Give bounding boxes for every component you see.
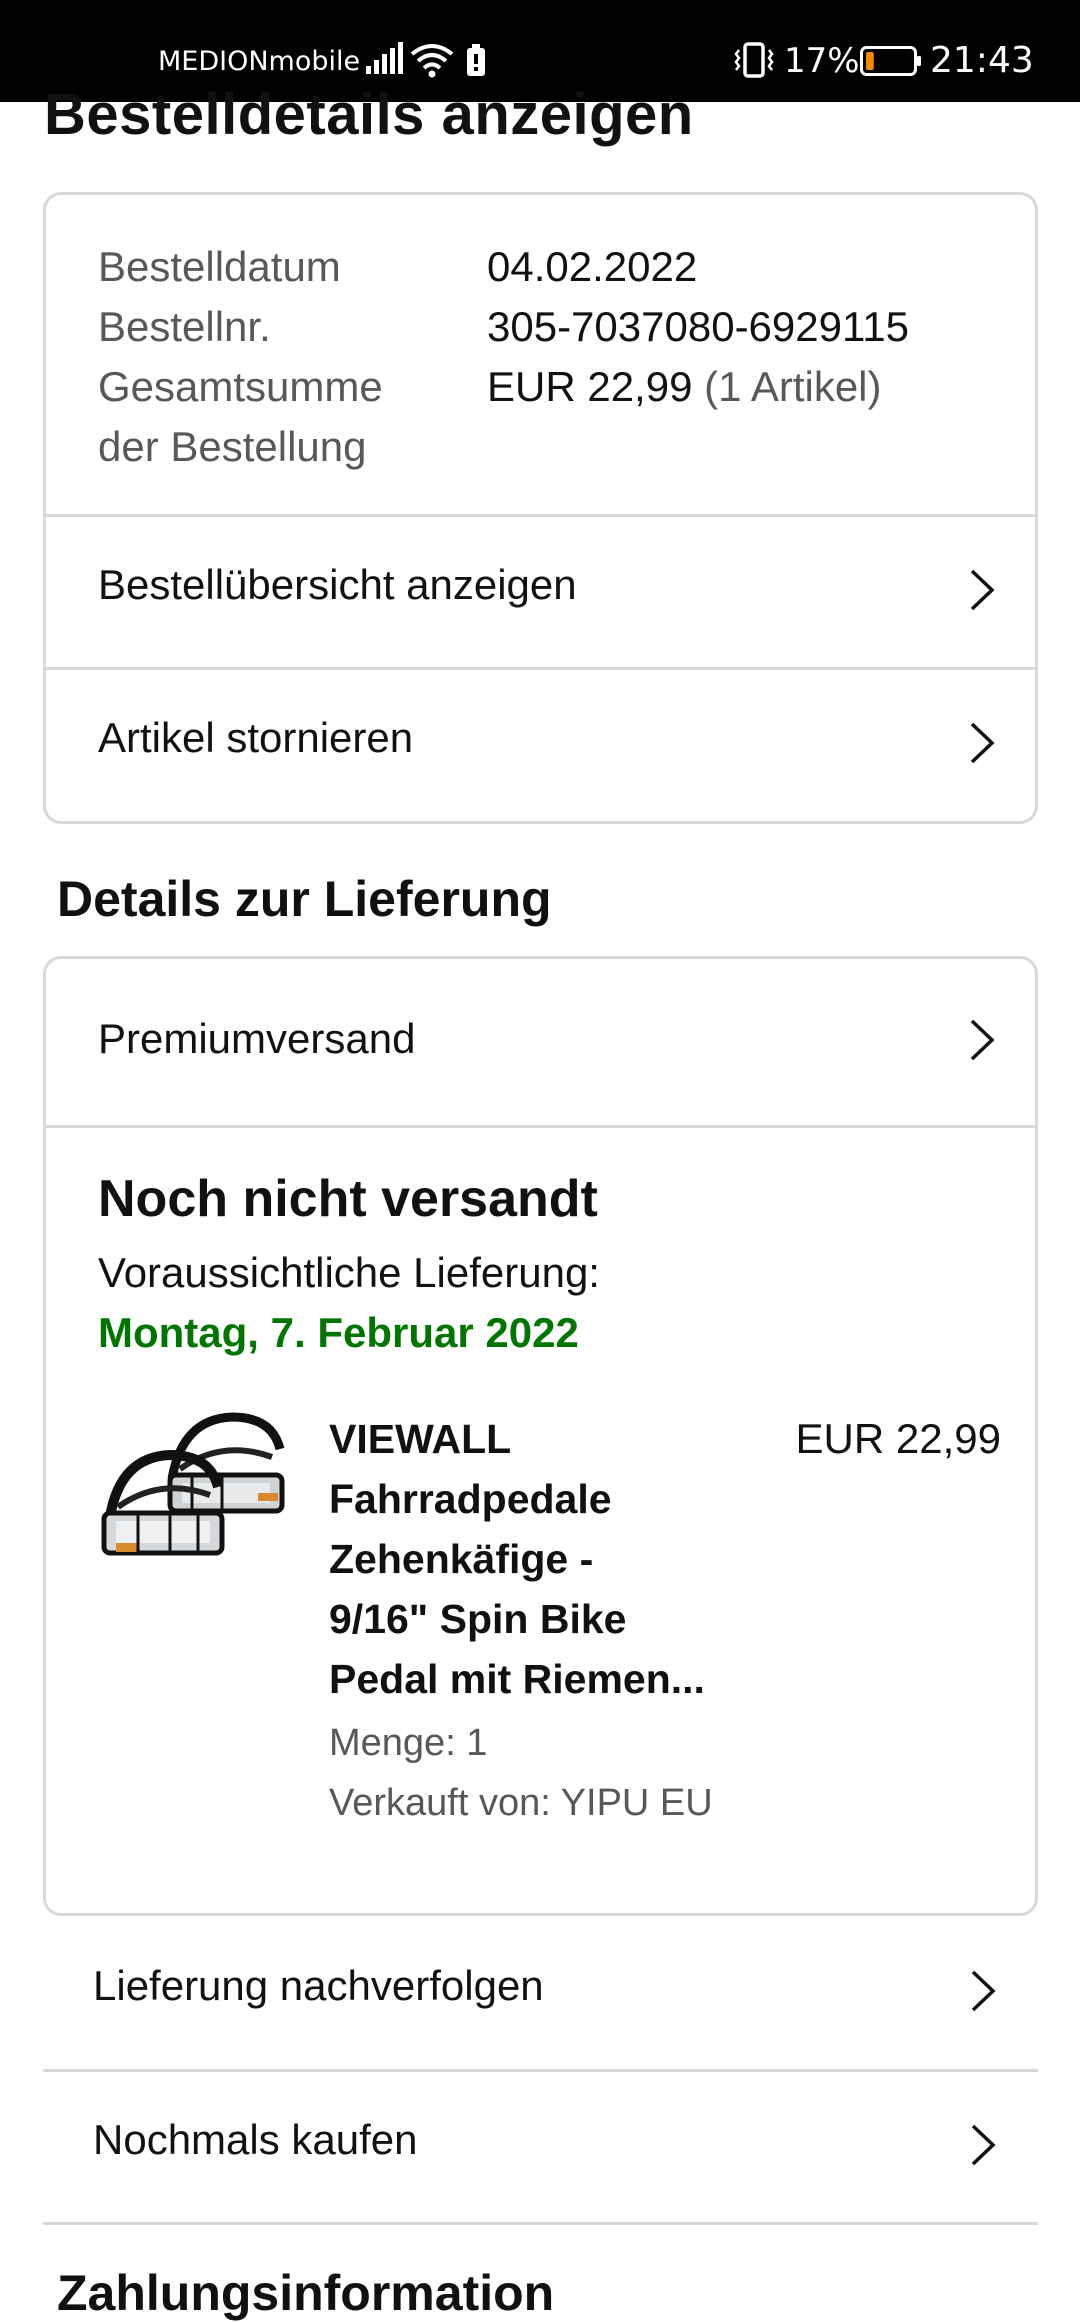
product-title-line: Fahrradpedale (329, 1476, 612, 1522)
delivery-card: Premiumversand Noch nicht versandt Vorau… (43, 956, 1038, 1916)
track-delivery-link[interactable]: Lieferung nachverfolgen (43, 1918, 1038, 2068)
chevron-right-icon (970, 1019, 995, 1061)
order-total-label-line2: der Bestellung (98, 423, 367, 470)
cancel-items-link[interactable]: Artikel stornieren (46, 670, 1035, 820)
carrier-name: MEDIONmobile (158, 46, 361, 77)
divider (43, 2222, 1038, 2225)
product-title-line: Pedal mit Riemen... (329, 1656, 705, 1702)
chevron-right-icon (970, 722, 995, 764)
divider (46, 1125, 1035, 1128)
order-total-item-count: (1 Artikel) (704, 363, 882, 410)
wifi-icon (410, 44, 454, 78)
product-price: EUR 22,99 (795, 1415, 1001, 1462)
buy-again-link[interactable]: Nochmals kaufen (43, 2072, 1038, 2222)
order-total-amount: EUR 22,99 (487, 363, 693, 410)
battery-saver-icon (467, 44, 485, 76)
signal-icon (366, 42, 403, 74)
page-title: Bestelldetails anzeigen (44, 82, 694, 147)
battery-percent: 17% (784, 41, 860, 81)
product-quantity: Menge: 1 (329, 1722, 488, 1764)
buy-again-label: Nochmals kaufen (93, 2116, 418, 2163)
product-title-line: VIEWALL (329, 1416, 512, 1462)
chevron-right-icon (971, 2124, 996, 2166)
order-number-label: Bestellnr. (98, 303, 271, 350)
delivery-section-title: Details zur Lieferung (57, 871, 552, 927)
estimated-delivery-label: Voraussichtliche Lieferung: (98, 1249, 600, 1296)
estimated-delivery-date: Montag, 7. Februar 2022 (98, 1309, 579, 1356)
view-order-summary-label: Bestellübersicht anzeigen (98, 561, 577, 608)
battery-icon (860, 46, 921, 76)
order-number-value: 305-7037080-6929115 (487, 303, 909, 350)
product-title-line: Zehenkäfige - (329, 1536, 594, 1582)
product-seller: Verkauft von: YIPU EU (329, 1782, 713, 1824)
shipping-method-label: Premiumversand (98, 1015, 416, 1062)
order-total-label-line1: Gesamtsumme (98, 363, 383, 410)
product-image[interactable] (92, 1399, 288, 1575)
track-delivery-label: Lieferung nachverfolgen (93, 1962, 544, 2009)
order-date-label: Bestelldatum (98, 243, 341, 290)
view-order-summary-link[interactable]: Bestellübersicht anzeigen (46, 517, 1035, 667)
shipping-method-link[interactable]: Premiumversand (46, 959, 1035, 1125)
payment-section-title: Zahlungsinformation (57, 2265, 555, 2321)
order-date-value: 04.02.2022 (487, 243, 698, 290)
cancel-items-label: Artikel stornieren (98, 714, 414, 761)
order-total-value: EUR 22,99 (1 Artikel) (487, 357, 882, 417)
vibrate-icon (734, 42, 774, 78)
shipment-status: Noch nicht versandt (98, 1170, 598, 1228)
product-title-line: 9/16" Spin Bike (329, 1596, 627, 1642)
chevron-right-icon (970, 569, 995, 611)
clock: 21:43 (930, 40, 1034, 81)
product-title-link[interactable]: VIEWALL Fahrradpedale Zehenkäfige - 9/16… (329, 1409, 769, 1709)
order-summary-card: Bestelldatum 04.02.2022 Bestellnr. 305-7… (43, 192, 1038, 824)
chevron-right-icon (971, 1970, 996, 2012)
